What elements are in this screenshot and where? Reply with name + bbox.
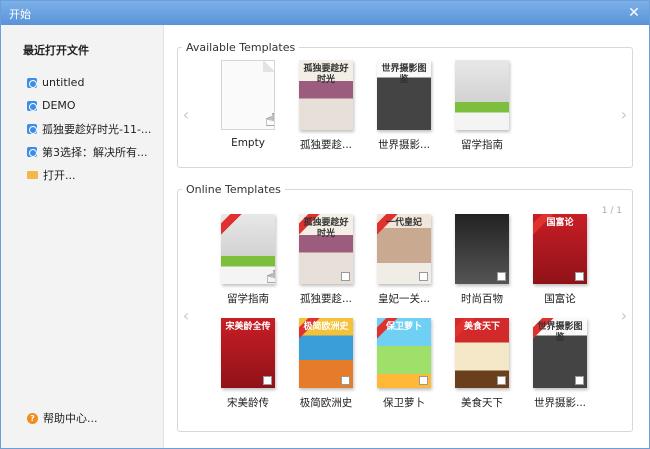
cover-title: 宋美龄全传 (225, 322, 271, 332)
help-center-label: 帮助中心... (43, 412, 98, 425)
close-icon[interactable]: ✕ (625, 4, 643, 22)
template-label: 保卫萝卜 (383, 397, 425, 409)
download-icon (419, 272, 428, 281)
chevron-left-icon[interactable]: ‹ (180, 87, 192, 143)
template-thumbnail: 国富论 (533, 214, 587, 284)
open-file-item[interactable]: 打开... (27, 163, 161, 186)
template-item[interactable]: 孤独要趁好时光 孤独要趁... (288, 60, 364, 152)
cover-title: 世界摄影图鉴 (537, 322, 583, 343)
chevron-right-icon[interactable]: › (618, 87, 630, 143)
download-icon (497, 272, 506, 281)
online-template-item[interactable]: 一代皇妃 皇妃一关... (366, 214, 442, 306)
online-template-item[interactable]: 孤独要趁好时光 孤独要趁... (288, 214, 364, 306)
online-templates-legend: Online Templates (186, 183, 281, 196)
template-label: 世界摄影... (377, 139, 430, 151)
start-dialog: 开始 ✕ 最近打开文件 untitled DEMO 孤独要趁好时光-11-...… (0, 0, 650, 449)
template-thumbnail (455, 214, 509, 284)
document-icon (27, 77, 37, 88)
online-template-item[interactable]: 世界摄影图鉴 世界摄影... (522, 318, 598, 410)
online-template-item[interactable]: 极简欧洲史 极简欧洲史 (288, 318, 364, 410)
template-label: 美食天下 (461, 397, 503, 409)
help-icon: ? (27, 412, 38, 424)
online-template-item[interactable]: 美食天下 美食天下 (444, 318, 520, 410)
chevron-right-icon[interactable]: › (618, 288, 630, 344)
template-thumbnail (455, 60, 509, 130)
template-thumbnail: 保卫萝卜 (377, 318, 431, 388)
download-icon (263, 376, 272, 385)
recent-files-sidebar: 最近打开文件 untitled DEMO 孤独要趁好时光-11-... 第3选择… (1, 25, 164, 448)
templates-panel: Available Templates ‹ › ☝ Empty 孤独要趁好时光 … (165, 25, 649, 448)
open-file-label: 打开... (43, 168, 76, 182)
recent-file-label: untitled (42, 76, 85, 89)
available-templates-group: Available Templates ‹ › ☝ Empty 孤独要趁好时光 … (177, 41, 633, 168)
download-icon (341, 376, 350, 385)
download-icon (497, 376, 506, 385)
template-empty[interactable]: ☝ Empty (210, 60, 286, 149)
hand-cursor-icon: ☝ (266, 267, 275, 284)
template-thumbnail: 世界摄影图鉴 (377, 60, 431, 130)
template-label: 皇妃一关... (377, 293, 430, 305)
help-center-link[interactable]: ? 帮助中心... (27, 410, 98, 426)
title-bar: 开始 ✕ (1, 1, 649, 25)
template-label: 孤独要趁... (299, 293, 352, 305)
cover-title: 保卫萝卜 (385, 322, 422, 332)
available-templates-legend: Available Templates (186, 41, 296, 54)
online-template-item[interactable]: 时尚百物 (444, 214, 520, 306)
cover-title: 世界摄影图鉴 (381, 64, 427, 85)
template-label: 留学指南 (227, 293, 269, 305)
download-icon (341, 272, 350, 281)
download-icon (419, 376, 428, 385)
template-label: 世界摄影... (533, 397, 586, 409)
template-thumbnail: 美食天下 (455, 318, 509, 388)
template-thumbnail: 一代皇妃 (377, 214, 431, 284)
download-icon (575, 376, 584, 385)
download-icon (575, 272, 584, 281)
template-thumbnail: ☝ (221, 60, 275, 130)
cover-title: 美食天下 (463, 322, 500, 332)
document-icon (27, 123, 37, 134)
recent-file-item[interactable]: untitled (27, 71, 161, 94)
template-label: 国富论 (544, 293, 576, 305)
template-thumbnail: 极简欧洲史 (299, 318, 353, 388)
online-template-item[interactable]: 国富论 国富论 (522, 214, 598, 306)
template-label: 时尚百物 (461, 293, 503, 305)
template-thumbnail: 世界摄影图鉴 (533, 318, 587, 388)
online-templates-group: Online Templates 1 / 1 ‹ › ☝ 留学指南 孤独要趁好时… (177, 183, 633, 432)
document-icon (27, 100, 37, 111)
template-thumbnail: 宋美龄全传 (221, 318, 275, 388)
chevron-left-icon[interactable]: ‹ (180, 288, 192, 344)
recent-file-item[interactable]: 第3选择：解决所有... (27, 140, 161, 163)
online-template-item[interactable]: 宋美龄全传 宋美龄传 (210, 318, 286, 410)
recent-files-list: untitled DEMO 孤独要趁好时光-11-... 第3选择：解决所有..… (27, 71, 161, 186)
cover-title: 极简欧洲史 (303, 322, 349, 332)
cover-title: 国富论 (546, 218, 574, 228)
recent-files-heading: 最近打开文件 (23, 44, 89, 57)
hand-cursor-icon: ☝ (265, 110, 275, 130)
recent-file-item[interactable]: 孤独要趁好时光-11-... (27, 117, 161, 140)
template-label: 极简欧洲史 (299, 397, 353, 409)
cover-title: 一代皇妃 (385, 218, 422, 228)
recent-file-item[interactable]: DEMO (27, 94, 161, 117)
template-thumbnail: ☝ (221, 214, 275, 284)
folder-icon (27, 170, 38, 179)
template-thumbnail: 孤独要趁好时光 (299, 214, 353, 284)
template-item[interactable]: 留学指南 (444, 60, 520, 152)
document-icon (27, 146, 37, 157)
template-label: 孤独要趁... (299, 139, 352, 151)
recent-file-label: 第3选择：解决所有... (42, 145, 148, 159)
template-label: 留学指南 (461, 139, 503, 151)
new-ribbon (221, 214, 243, 237)
cover-title: 孤独要趁好时光 (303, 218, 349, 239)
recent-file-label: 孤独要趁好时光-11-... (42, 122, 152, 136)
template-label: 宋美龄传 (227, 397, 269, 409)
recent-file-label: DEMO (42, 99, 76, 112)
online-template-item[interactable]: 保卫萝卜 保卫萝卜 (366, 318, 442, 410)
template-item[interactable]: 世界摄影图鉴 世界摄影... (366, 60, 442, 152)
window-title: 开始 (9, 8, 31, 21)
online-template-item[interactable]: ☝ 留学指南 (210, 214, 286, 306)
template-label: Empty (231, 137, 265, 149)
page-indicator: 1 / 1 (601, 206, 622, 216)
template-thumbnail: 孤独要趁好时光 (299, 60, 353, 130)
cover-title: 孤独要趁好时光 (303, 64, 349, 85)
